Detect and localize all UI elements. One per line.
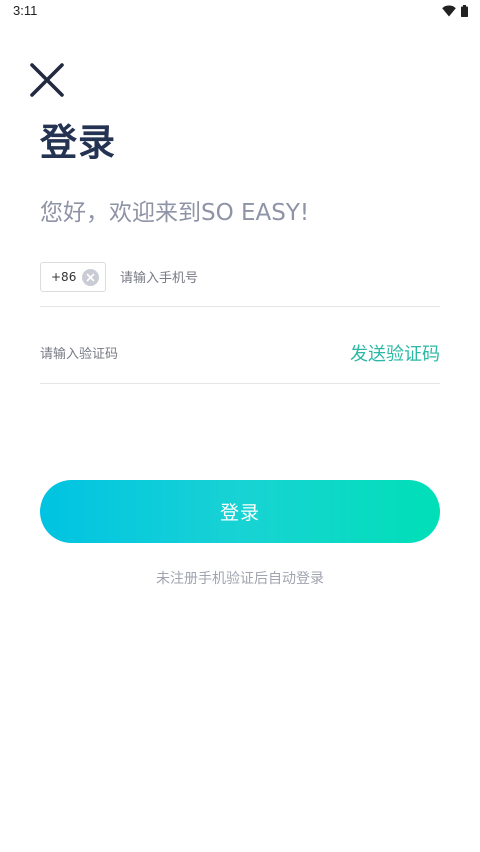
- phone-row: +86: [40, 262, 440, 307]
- phone-input[interactable]: [120, 266, 430, 290]
- close-icon: [30, 63, 64, 97]
- login-button[interactable]: 登录: [40, 480, 440, 543]
- status-icons: [442, 5, 468, 17]
- verification-code-input[interactable]: [40, 342, 320, 366]
- country-code-value: +86: [51, 270, 77, 284]
- battery-icon: [461, 5, 468, 17]
- status-time: 3:11: [13, 3, 38, 18]
- clear-circle-icon[interactable]: [82, 269, 99, 286]
- verification-row: 发送验证码: [40, 338, 440, 384]
- wifi-icon: [442, 5, 456, 17]
- country-code-selector[interactable]: +86: [40, 262, 106, 292]
- page-title: 登录: [40, 121, 116, 164]
- welcome-text: 您好，欢迎来到SO EASY!: [40, 200, 310, 226]
- status-bar: 3:11: [0, 0, 480, 24]
- close-button[interactable]: [29, 62, 65, 98]
- auto-register-hint: 未注册手机验证后自动登录: [156, 571, 324, 587]
- login-button-label: 登录: [219, 502, 260, 524]
- send-code-button[interactable]: 发送验证码: [350, 340, 440, 366]
